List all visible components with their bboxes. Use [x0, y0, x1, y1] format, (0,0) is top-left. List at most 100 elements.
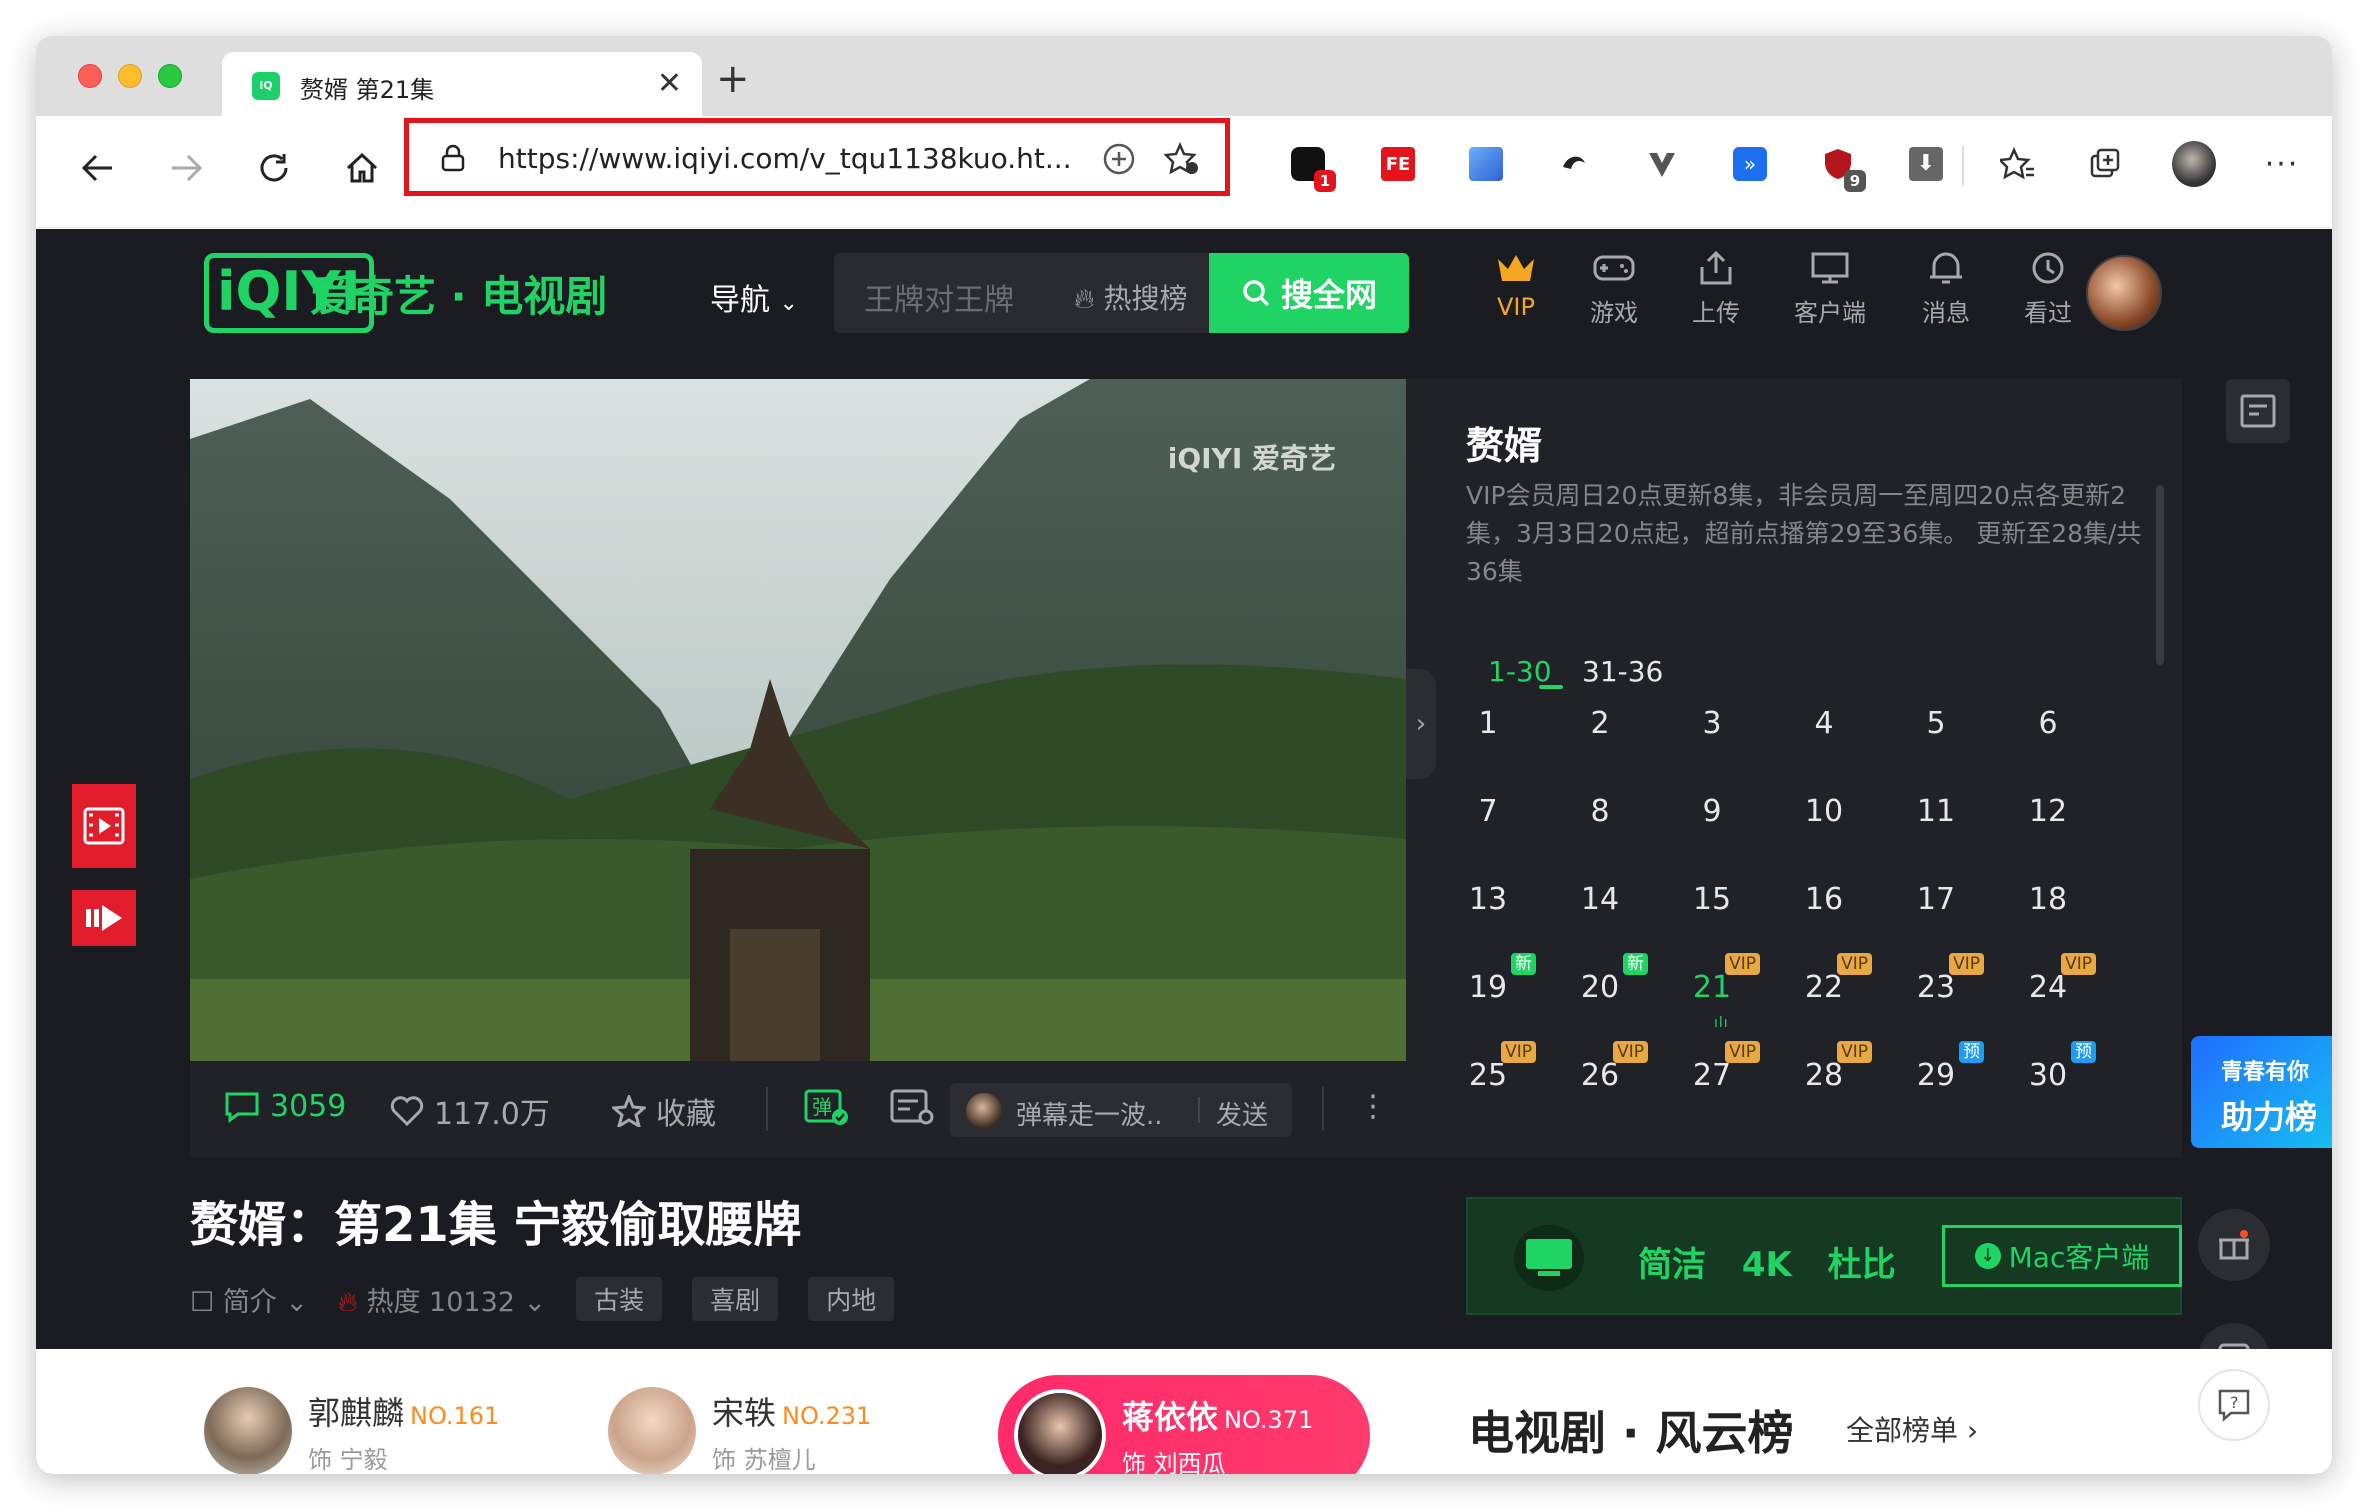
episode-18[interactable]: 18 [1998, 869, 2098, 929]
episode-30[interactable]: 30 预 [1998, 1041, 2098, 1105]
episode-17[interactable]: 17 [1886, 869, 1986, 929]
reload-button[interactable] [246, 140, 302, 196]
episode-3[interactable]: 3 [1662, 693, 1762, 753]
forward-button[interactable] [158, 140, 214, 196]
episode-12[interactable]: 12 [1998, 781, 2098, 841]
danmu-toggle[interactable]: 弹 [804, 1089, 850, 1127]
extension-5-icon[interactable]: » [1728, 142, 1772, 186]
cast-card[interactable]: 宋轶 NO.231 饰 苏檀儿 [608, 1385, 871, 1474]
video-player[interactable]: iQIYI 爱奇艺 [190, 379, 1406, 1061]
extension-2-icon[interactable] [1464, 142, 1508, 186]
client-promo[interactable]: 简洁 4K 杜比 ↓ Mac客户端 [1466, 1197, 2182, 1315]
episode-24[interactable]: 24 VIP [1998, 953, 2098, 1017]
comment-button[interactable]: 3059 [224, 1089, 346, 1124]
episode-10[interactable]: 10 [1774, 781, 1874, 841]
search-button[interactable]: 搜全网 [1209, 253, 1409, 333]
episode-13[interactable]: 13 [1438, 869, 1538, 929]
user-avatar[interactable] [2086, 255, 2162, 331]
profile-avatar[interactable] [2172, 141, 2216, 187]
episode-5[interactable]: 5 [1886, 693, 1986, 753]
side-video-button[interactable] [72, 784, 136, 868]
episode-27[interactable]: 27 VIP [1662, 1041, 1762, 1105]
episode-1[interactable]: 1 [1438, 693, 1538, 753]
more-menu-icon[interactable]: ··· [2260, 142, 2304, 186]
history-link[interactable]: 看过 [2008, 251, 2088, 328]
favorites-icon[interactable] [1996, 142, 2040, 186]
add-favorite-icon[interactable] [1164, 142, 1200, 176]
episode-16[interactable]: 16 [1774, 869, 1874, 929]
message-link[interactable]: 消息 [1906, 251, 1986, 328]
episode-number: 21 [1692, 969, 1732, 1005]
tab-close-icon[interactable]: ✕ [657, 66, 682, 101]
close-window-button[interactable] [78, 64, 102, 88]
episode-8[interactable]: 8 [1550, 781, 1650, 841]
maximize-window-button[interactable] [158, 64, 182, 88]
danmu-input[interactable]: 弹幕走一波.. 发送 [950, 1083, 1292, 1137]
list-panel-icon [2240, 394, 2276, 428]
panel-toggle-button[interactable] [2226, 379, 2290, 443]
address-bar[interactable]: https://www.iqiyi.com/v_tqu1138kuo.ht... [418, 130, 1218, 186]
extension-4-icon[interactable] [1640, 142, 1684, 186]
send-button[interactable]: 发送 [1216, 1095, 1268, 1132]
extension-1-icon[interactable]: 1 [1286, 142, 1336, 192]
all-rankings-link[interactable]: 全部榜单 › [1846, 1409, 1978, 1449]
vip-link[interactable]: VIP [1476, 251, 1556, 321]
episode-4[interactable]: 4 [1774, 693, 1874, 753]
hot-rank-link[interactable]: 🔥︎ 热搜榜 [1074, 277, 1187, 317]
extension-shield-icon[interactable]: 9 [1816, 142, 1866, 192]
episode-6[interactable]: 6 [1998, 693, 2098, 753]
panel-scrollbar[interactable] [2156, 485, 2164, 665]
episode-25[interactable]: 25 VIP [1438, 1041, 1538, 1105]
feedback-button[interactable]: ? [2198, 1369, 2270, 1441]
episode-22[interactable]: 22 VIP [1774, 953, 1874, 1017]
client-link[interactable]: 客户端 [1790, 251, 1870, 328]
episode-15[interactable]: 15 [1662, 869, 1762, 929]
mac-client-button[interactable]: ↓ Mac客户端 [1942, 1225, 2182, 1287]
back-button[interactable] [70, 140, 126, 196]
browser-tab-active[interactable]: iQ 赘婿 第21集 ✕ [222, 52, 702, 116]
episode-14[interactable]: 14 [1550, 869, 1650, 929]
tab-range-31-36[interactable]: 31-36 [1582, 655, 1663, 688]
cast-card[interactable]: 郭麒麟 NO.161 饰 宁毅 [204, 1385, 499, 1474]
episode-26[interactable]: 26 VIP [1550, 1041, 1650, 1105]
collapse-panel-icon[interactable]: › [1406, 669, 1436, 779]
like-button[interactable]: 117.0万 [390, 1089, 550, 1133]
url-text[interactable]: https://www.iqiyi.com/v_tqu1138kuo.ht... [498, 142, 1072, 175]
gift-button[interactable] [2198, 1209, 2270, 1281]
episode-21[interactable]: 21 VIP ılı [1662, 953, 1762, 1031]
episode-29[interactable]: 29 预 [1886, 1041, 1986, 1105]
episode-23[interactable]: 23 VIP [1886, 953, 1986, 1017]
channel-title[interactable]: 爱奇艺 · 电视剧 [310, 263, 607, 324]
intro-toggle[interactable]: ☐ 简介 ⌄ [190, 1280, 308, 1319]
heat-toggle[interactable]: 🔥︎ 热度 10132 ⌄ [338, 1280, 546, 1319]
upload-link[interactable]: 上传 [1676, 250, 1756, 328]
extension-3-icon[interactable] [1552, 142, 1596, 186]
episode-19[interactable]: 19 新 [1438, 953, 1538, 1017]
episode-28[interactable]: 28 VIP [1774, 1041, 1874, 1105]
cast-card-highlight[interactable]: 蒋依依 NO.371 饰 刘西瓜 [998, 1375, 1370, 1474]
danmu-settings[interactable] [890, 1089, 936, 1127]
minimize-window-button[interactable] [118, 64, 142, 88]
tab-range-1-30[interactable]: 1-30 [1488, 655, 1552, 688]
new-tab-button[interactable]: + [716, 56, 750, 102]
episode-9[interactable]: 9 [1662, 781, 1762, 841]
game-link[interactable]: 游戏 [1574, 251, 1654, 328]
episode-7[interactable]: 7 [1438, 781, 1538, 841]
genre-tag[interactable]: 喜剧 [692, 1277, 779, 1321]
youth-ranking-badge[interactable]: 青春有你 助力榜 [2191, 1036, 2332, 1148]
extension-download-icon[interactable]: ⬇ [1904, 142, 1948, 186]
side-play-button[interactable] [72, 890, 136, 946]
more-options-icon[interactable]: ⋮ [1358, 1089, 1388, 1124]
collections-icon[interactable] [2084, 142, 2128, 186]
home-button[interactable] [334, 140, 390, 196]
extension-fe-icon[interactable]: FE [1376, 142, 1420, 186]
nav-dropdown[interactable]: 导航 ⌄ [710, 275, 798, 319]
episode-20[interactable]: 20 新 [1550, 953, 1650, 1017]
search-input[interactable]: 王牌对王牌 🔥︎ 热搜榜 [834, 253, 1209, 333]
genre-tag[interactable]: 内地 [808, 1277, 895, 1321]
episode-11[interactable]: 11 [1886, 781, 1986, 841]
episode-2[interactable]: 2 [1550, 693, 1650, 753]
genre-tag[interactable]: 古装 [576, 1277, 663, 1321]
collect-button[interactable]: 收藏 [612, 1089, 716, 1133]
add-page-icon[interactable] [1102, 142, 1136, 176]
